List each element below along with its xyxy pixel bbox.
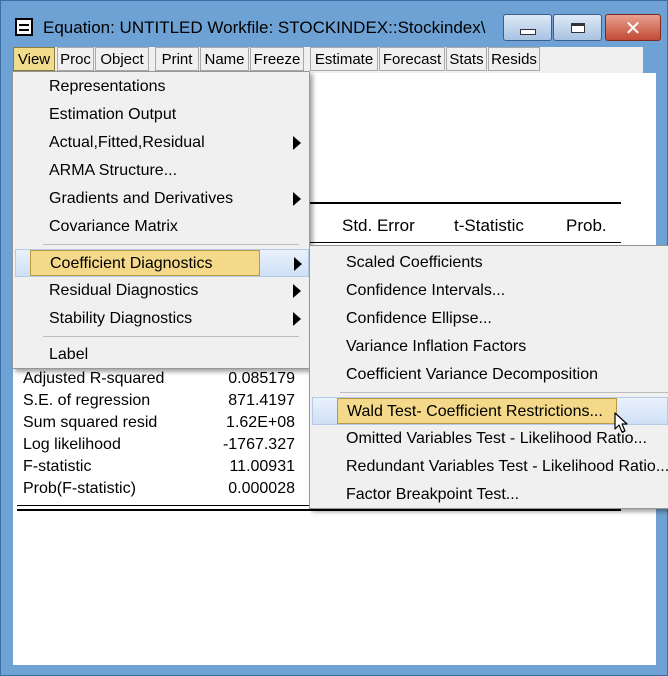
close-icon: ✕ <box>624 15 642 40</box>
menu-separator <box>43 244 299 245</box>
stat-value: 11.00931 <box>229 458 295 475</box>
menu-item-actual-fitted-residual[interactable]: Actual,Fitted,Residual <box>13 129 309 157</box>
stat-value: 0.085179 <box>228 370 295 387</box>
submenu-arrow-icon <box>293 192 301 206</box>
menu-item-label: Stability Diagnostics <box>49 310 193 327</box>
coefficient-diagnostics-submenu: Scaled Coefficients Confidence Intervals… <box>309 245 668 509</box>
menu-item-label: Covariance Matrix <box>49 218 178 235</box>
menu-item-label: Gradients and Derivatives <box>49 190 234 207</box>
submenu-item-confidence-intervals[interactable]: Confidence Intervals... <box>310 277 668 305</box>
submenu-item-factor-breakpoint-test[interactable]: Factor Breakpoint Test... <box>310 481 668 509</box>
header-t-statistic: t-Statistic <box>454 216 524 235</box>
menu-item-label: Label <box>49 346 89 363</box>
stat-value: 0.000028 <box>228 480 295 497</box>
menu-item-label-cmd[interactable]: Label <box>13 341 309 369</box>
stat-value: 871.4197 <box>228 392 295 409</box>
menu-item-representations[interactable]: Representations <box>13 73 309 101</box>
menu-item-covariance-matrix[interactable]: Covariance Matrix <box>13 213 309 241</box>
menu-item-label: Redundant Variables Test - Likelihood Ra… <box>346 458 668 475</box>
menu-item-label: Coefficient Variance Decomposition <box>346 366 598 383</box>
toolbar-freeze-button[interactable]: Freeze <box>250 47 304 71</box>
minimize-icon <box>519 28 536 35</box>
menu-item-label: Actual,Fitted,Residual <box>49 134 205 151</box>
minimize-button[interactable] <box>503 14 552 41</box>
menu-item-label: Variance Inflation Factors <box>346 338 527 355</box>
maximize-icon <box>570 22 585 33</box>
system-menu-icon[interactable] <box>15 18 33 36</box>
submenu-arrow-icon <box>293 136 301 150</box>
stat-label: F-statistic <box>23 458 92 475</box>
submenu-item-redundant-variables-test[interactable]: Redundant Variables Test - Likelihood Ra… <box>310 453 668 481</box>
menu-item-coefficient-diagnostics[interactable]: Coefficient Diagnostics <box>15 249 309 277</box>
menu-item-stability-diagnostics[interactable]: Stability Diagnostics <box>13 305 309 333</box>
menu-item-residual-diagnostics[interactable]: Residual Diagnostics <box>13 277 309 305</box>
menu-item-label: Representations <box>49 78 166 95</box>
toolbar-stats-button[interactable]: Stats <box>446 47 487 71</box>
stat-value: -1767.327 <box>222 436 295 453</box>
close-button[interactable]: ✕ <box>605 14 661 41</box>
toolbar-view-button[interactable]: View <box>13 47 55 71</box>
table-top-rule <box>309 202 621 204</box>
menu-separator <box>43 336 299 337</box>
mouse-pointer-icon <box>614 412 628 433</box>
menu-item-label: Residual Diagnostics <box>49 282 199 299</box>
stat-value: 1.62E+08 <box>226 414 295 431</box>
toolbar-resids-button[interactable]: Resids <box>488 47 540 71</box>
header-prob: Prob. <box>566 216 607 235</box>
submenu-item-confidence-ellipse[interactable]: Confidence Ellipse... <box>310 305 668 333</box>
window-title: Equation: UNTITLED Workfile: STOCKINDEX:… <box>43 18 486 37</box>
header-std-error: Std. Error <box>342 216 415 235</box>
menu-item-label: Factor Breakpoint Test... <box>346 486 520 503</box>
menu-item-label: Confidence Intervals... <box>346 282 506 299</box>
submenu-item-coefficient-variance-decomposition[interactable]: Coefficient Variance Decomposition <box>310 361 668 389</box>
toolbar-object-button[interactable]: Object <box>95 47 149 71</box>
toolbar-estimate-button[interactable]: Estimate <box>310 47 378 71</box>
menu-item-gradients-derivatives[interactable]: Gradients and Derivatives <box>13 185 309 213</box>
toolbar-forecast-button[interactable]: Forecast <box>379 47 445 71</box>
stat-label: S.E. of regression <box>23 392 151 409</box>
toolbar-name-button[interactable]: Name <box>200 47 249 71</box>
submenu-arrow-icon <box>293 312 301 326</box>
submenu-arrow-icon <box>293 284 301 298</box>
menu-item-label: Confidence Ellipse... <box>346 310 492 327</box>
stat-label: Prob(F-statistic) <box>23 480 136 497</box>
equation-toolbar: View Proc Object Print Name Freeze Estim… <box>13 47 643 73</box>
stat-label: Log likelihood <box>23 436 121 453</box>
maximize-button[interactable] <box>553 14 602 41</box>
toolbar-proc-button[interactable]: Proc <box>57 47 94 71</box>
menu-item-label: ARMA Structure... <box>49 162 178 179</box>
toolbar-print-button[interactable]: Print <box>155 47 199 71</box>
menu-item-arma-structure[interactable]: ARMA Structure... <box>13 157 309 185</box>
submenu-item-variance-inflation-factors[interactable]: Variance Inflation Factors <box>310 333 668 361</box>
menu-item-label: Omitted Variables Test - Likelihood Rati… <box>346 430 647 447</box>
menu-item-label: Wald Test- Coefficient Restrictions... <box>347 403 603 420</box>
table-bottom-rule-2 <box>17 509 621 511</box>
title-bar[interactable]: Equation: UNTITLED Workfile: STOCKINDEX:… <box>1 1 667 45</box>
menu-item-label: Estimation Output <box>49 106 177 123</box>
menu-item-label: Coefficient Diagnostics <box>50 255 213 272</box>
stat-label: Adjusted R-squared <box>23 370 165 387</box>
menu-separator <box>340 392 668 393</box>
stat-label: Sum squared resid <box>23 414 158 431</box>
menu-item-label: Scaled Coefficients <box>346 254 483 271</box>
view-menu: Representations Estimation Output Actual… <box>12 71 310 369</box>
submenu-arrow-icon <box>294 257 302 271</box>
submenu-item-scaled-coefficients[interactable]: Scaled Coefficients <box>310 249 668 277</box>
menu-item-estimation-output[interactable]: Estimation Output <box>13 101 309 129</box>
table-header-rule <box>309 242 621 243</box>
